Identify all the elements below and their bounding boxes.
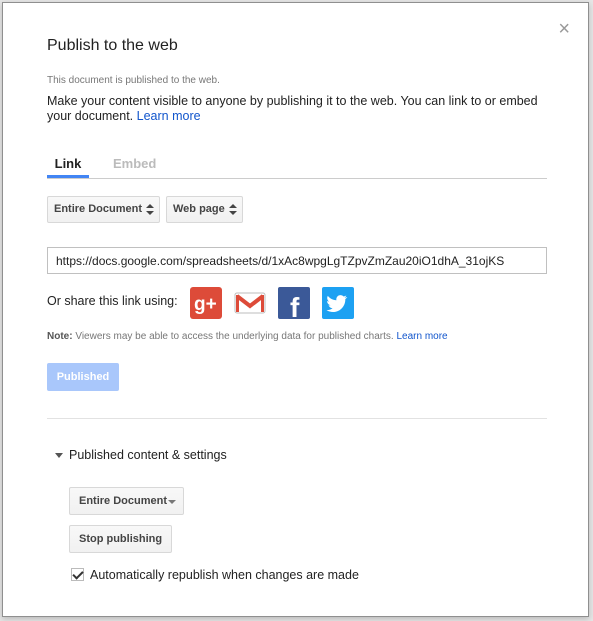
gmail-icon[interactable] (234, 287, 266, 319)
document-select-value: Entire Document (54, 203, 143, 215)
twitter-icon[interactable] (322, 287, 354, 319)
published-settings-toggle[interactable]: Published content & settings (55, 448, 227, 462)
description: Make your content visible to anyone by p… (47, 94, 547, 124)
close-icon[interactable]: × (558, 19, 570, 39)
auto-republish-row[interactable]: Automatically republish when changes are… (71, 568, 359, 582)
auto-republish-label: Automatically republish when changes are… (90, 568, 359, 582)
publish-url-input[interactable] (47, 247, 547, 274)
divider (47, 418, 547, 419)
note-text: Viewers may be able to access the underl… (75, 331, 394, 342)
learn-more-link[interactable]: Learn more (137, 109, 201, 123)
triangle-down-icon (55, 453, 63, 459)
tabs: Link Embed (47, 153, 547, 179)
note-learn-more-link[interactable]: Learn more (396, 331, 447, 342)
note: Note: Viewers may be able to access the … (47, 331, 448, 342)
up-down-icon (229, 204, 237, 216)
format-select-value: Web page (173, 203, 225, 215)
tab-link[interactable]: Link (47, 156, 89, 178)
section-title: Published content & settings (69, 448, 227, 462)
dialog-title: Publish to the web (47, 37, 178, 54)
publish-status: This document is published to the web. (47, 75, 220, 86)
document-select[interactable]: Entire Document (47, 196, 160, 223)
stop-publishing-button[interactable]: Stop publishing (69, 525, 172, 553)
published-button[interactable]: Published (47, 363, 119, 391)
facebook-icon[interactable]: f (278, 287, 310, 319)
section-select-value: Entire Document (79, 495, 168, 507)
svg-text:f: f (290, 292, 300, 319)
tab-embed[interactable]: Embed (113, 156, 156, 171)
share-text: Or share this link using: (47, 294, 178, 308)
description-text: Make your content visible to anyone by p… (47, 94, 538, 123)
note-label: Note: (47, 331, 73, 342)
auto-republish-checkbox[interactable] (71, 568, 84, 581)
google-plus-icon[interactable]: g+ (190, 287, 222, 319)
publish-dialog: × Publish to the web This document is pu… (2, 2, 589, 617)
svg-text:g+: g+ (194, 294, 217, 315)
section-document-select[interactable]: Entire Document (69, 487, 184, 515)
up-down-icon (146, 204, 154, 216)
format-select[interactable]: Web page (166, 196, 243, 223)
chevron-down-icon (168, 500, 176, 504)
